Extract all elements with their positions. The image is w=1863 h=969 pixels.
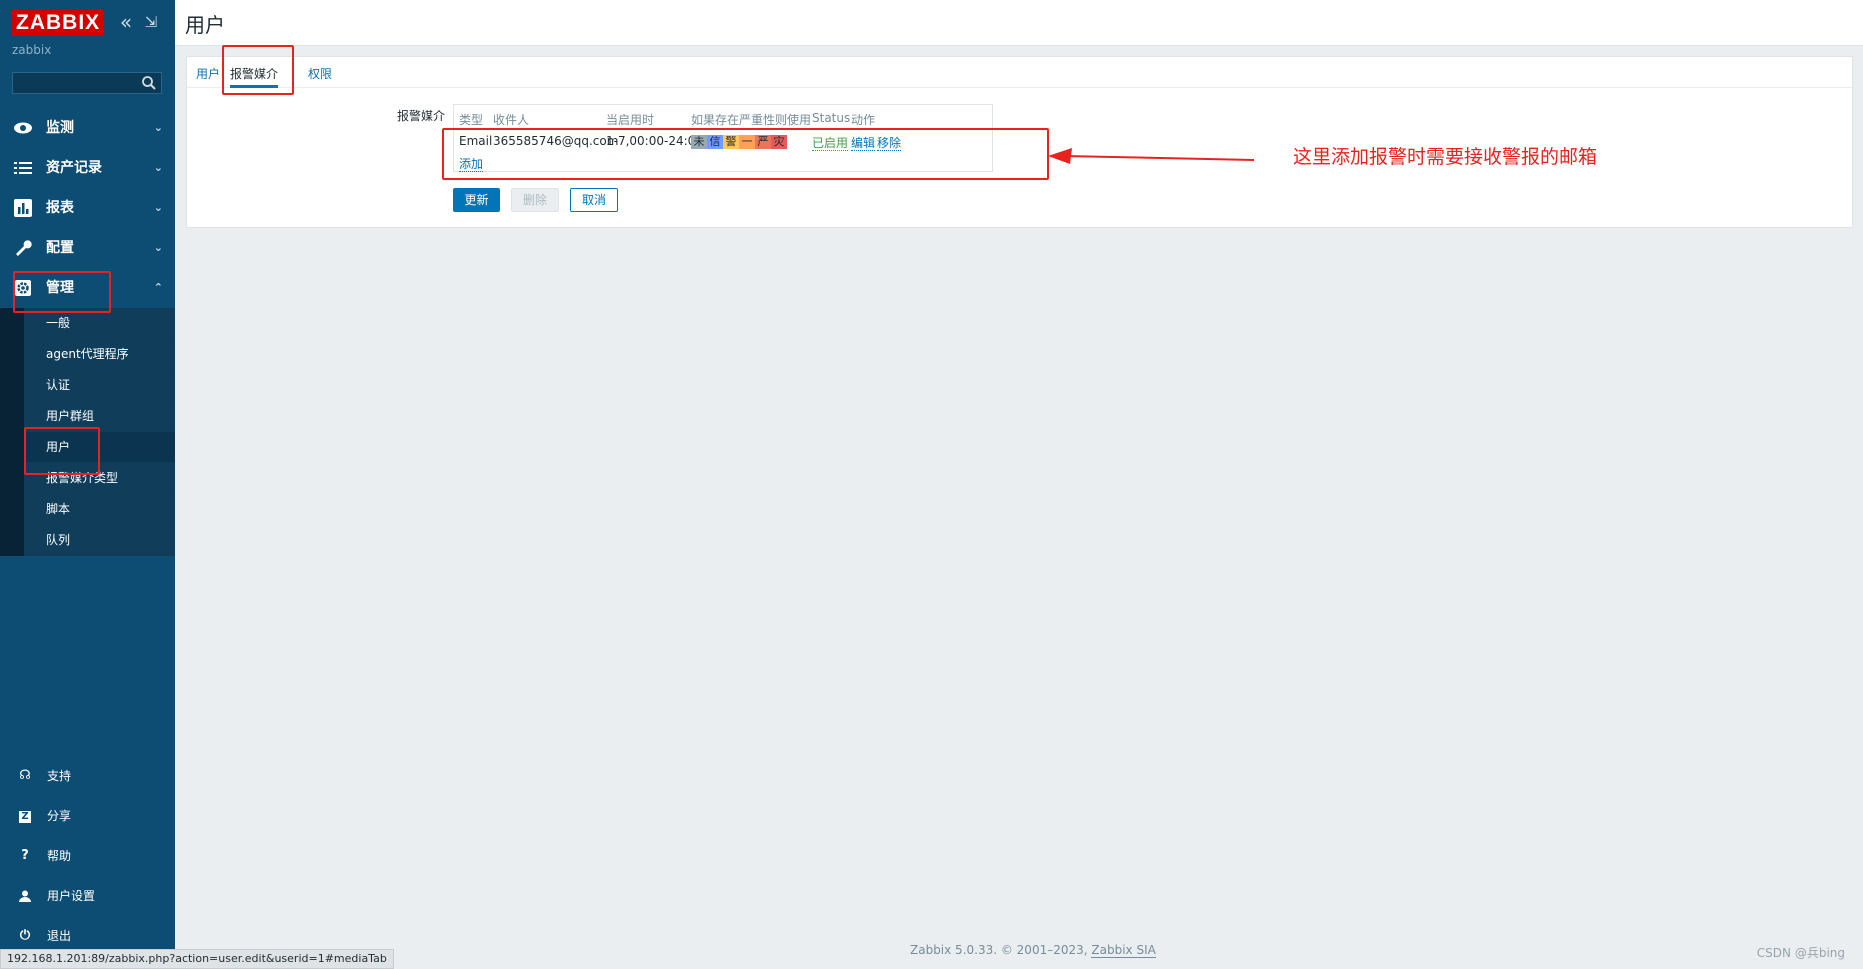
- menu-help[interactable]: ? 帮助: [0, 836, 175, 876]
- submenu-authentication[interactable]: 认证: [24, 370, 175, 401]
- headset-icon: ☊: [19, 768, 31, 783]
- menu-user-settings[interactable]: 用户设置: [0, 876, 175, 916]
- zabbix-logo[interactable]: ZABBIX: [12, 10, 105, 36]
- list-icon: [13, 158, 33, 178]
- footer-company-link[interactable]: Zabbix SIA: [1091, 943, 1156, 958]
- annotation-box-admin-menu: [13, 271, 111, 313]
- column-header-severity: 如果存在严重性则使用: [691, 113, 812, 127]
- tab-permissions[interactable]: 权限: [308, 63, 332, 85]
- search-icon[interactable]: [141, 75, 157, 91]
- user-icon: [16, 876, 34, 916]
- page-title: 用户: [185, 13, 225, 37]
- update-button[interactable]: 更新: [453, 188, 500, 212]
- search-input[interactable]: [13, 73, 145, 93]
- menu-monitoring[interactable]: 监测 ⌄: [0, 108, 175, 148]
- menu-label: 支持: [47, 769, 72, 783]
- delete-button[interactable]: 删除: [511, 188, 559, 212]
- menu-label: 帮助: [47, 849, 72, 863]
- submenu-queue[interactable]: 队列: [24, 525, 175, 556]
- tab-bar: 用户 报警媒介 权限: [187, 57, 1852, 88]
- column-header-recipient: 收件人: [493, 113, 530, 127]
- menu-share[interactable]: Z 分享: [0, 796, 175, 836]
- collapse-sidebar-icon[interactable]: «: [116, 12, 136, 32]
- footer: Zabbix 5.0.33. © 2001–2023, Zabbix SIA: [910, 943, 1156, 958]
- column-header-action: 动作: [851, 113, 876, 127]
- column-header-type: 类型: [459, 113, 484, 127]
- page-header: 用户: [175, 0, 1863, 46]
- menu-configuration[interactable]: 配置 ⌄: [0, 228, 175, 268]
- server-name: zabbix: [12, 43, 52, 57]
- submenu-proxies[interactable]: agent代理程序: [24, 339, 175, 370]
- menu-label: 报表: [46, 200, 74, 216]
- menu-support[interactable]: ☊ 支持: [0, 756, 175, 796]
- media-field-label: 报警媒介: [397, 109, 446, 123]
- kiosk-mode-icon[interactable]: ⇲: [141, 12, 161, 32]
- tab-user[interactable]: 用户: [196, 63, 220, 85]
- menu-label: 退出: [47, 929, 72, 943]
- wrench-icon: [13, 238, 33, 258]
- menu-label: 资产记录: [46, 160, 102, 176]
- chevron-down-icon: ⌄: [153, 161, 163, 174]
- annotation-box-media-row: [442, 128, 1049, 180]
- annotation-arrow-icon: [1048, 148, 1255, 164]
- chevron-down-icon: ⌄: [153, 241, 163, 254]
- help-icon: ?: [21, 848, 29, 863]
- watermark: CSDN @兵bing: [1756, 946, 1845, 960]
- bar-chart-icon: [13, 198, 33, 218]
- menu-label: 分享: [47, 809, 72, 823]
- chevron-up-icon: ⌃: [153, 281, 163, 294]
- cancel-button[interactable]: 取消: [570, 188, 618, 212]
- annotation-box-media-tab: [222, 45, 294, 95]
- column-header-when-active: 当启用时: [606, 113, 655, 127]
- footer-copyright: Zabbix 5.0.33. © 2001–2023,: [910, 943, 1092, 957]
- menu-reports[interactable]: 报表 ⌄: [0, 188, 175, 228]
- menu-label: 配置: [46, 240, 74, 256]
- submenu-scripts[interactable]: 脚本: [24, 494, 175, 525]
- share-icon: Z: [16, 796, 34, 836]
- main-menu: 监测 ⌄ 资产记录 ⌄ 报表 ⌄ 配置 ⌄ 管理 ⌃ 一般 agent代理程序 …: [0, 108, 175, 556]
- menu-label: 用户设置: [47, 889, 96, 903]
- browser-status-url: 192.168.1.201:89/zabbix.php?action=user.…: [0, 949, 394, 969]
- menu-inventory[interactable]: 资产记录 ⌄: [0, 148, 175, 188]
- annotation-box-users-submenu: [24, 427, 100, 475]
- bottom-menu: ☊ 支持 Z 分享 ? 帮助 用户设置 ⏻ 退出: [0, 756, 175, 956]
- chevron-down-icon: ⌄: [153, 121, 163, 134]
- eye-icon: [13, 118, 33, 138]
- column-header-status: Status: [812, 111, 851, 125]
- annotation-note: 这里添加报警时需要接收警报的邮箱: [1293, 146, 1598, 168]
- chevron-down-icon: ⌄: [153, 201, 163, 214]
- menu-label: 监测: [46, 120, 74, 136]
- sidebar: ZABBIX « ⇲ zabbix 监测 ⌄ 资产记录 ⌄ 报表 ⌄ 配置 ⌄ …: [0, 0, 175, 969]
- search-field[interactable]: [12, 72, 162, 94]
